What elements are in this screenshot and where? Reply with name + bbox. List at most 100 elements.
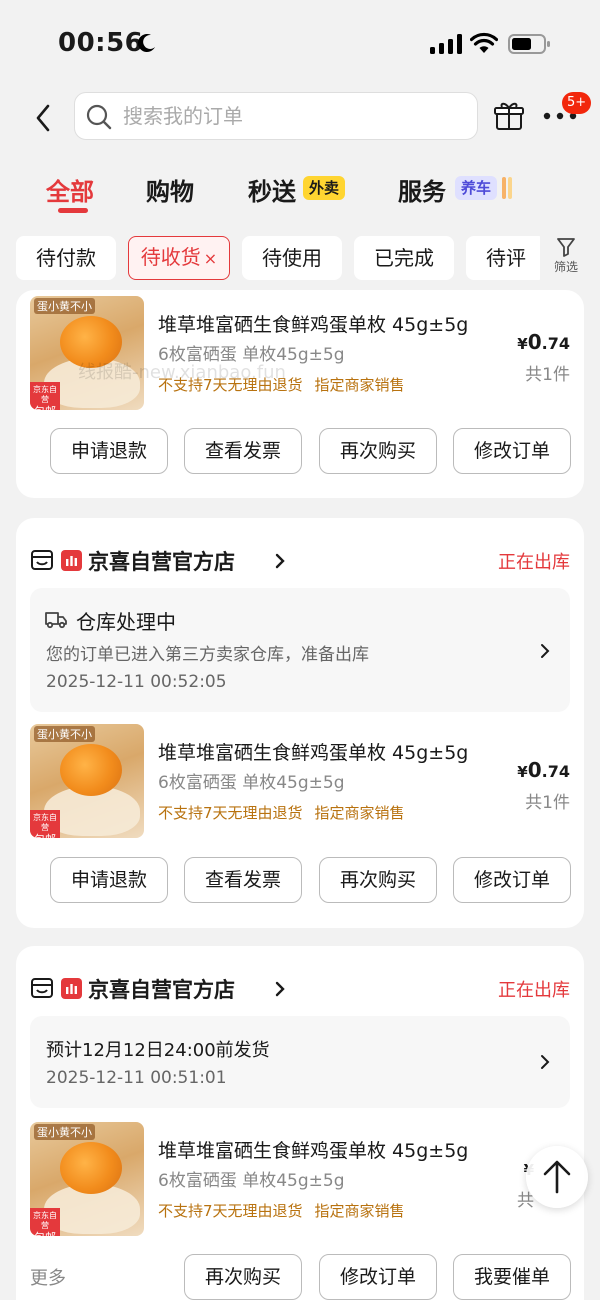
filter-button[interactable]: 筛选: [540, 234, 592, 284]
order-card: 京喜自营官方店 正在出库 预计12月12日24:00前发货 2025-12-11…: [16, 946, 584, 1300]
invoice-button[interactable]: 查看发票: [184, 428, 302, 474]
close-icon[interactable]: ×: [204, 249, 217, 268]
shop-name[interactable]: 京喜自营官方店: [88, 974, 235, 1004]
order-actions: 申请退款 查看发票 再次购买 修改订单: [16, 428, 584, 476]
scroll-to-top-button[interactable]: [526, 1146, 588, 1208]
product-row[interactable]: 蛋小黄不小 京东自营包邮 堆草堆富硒生食鲜鸡蛋单枚 45g±5g 6枚富硒蛋 单…: [30, 724, 570, 842]
urge-order-button[interactable]: 我要催单: [453, 1254, 571, 1300]
status-bar: 00:56: [0, 0, 600, 90]
product-spec: 6枚富硒蛋 单枚45g±5g: [158, 1171, 345, 1191]
modify-order-button[interactable]: 修改订单: [453, 428, 571, 474]
filter-pending-receipt[interactable]: 待收货 ×: [128, 236, 230, 280]
shop-name[interactable]: 京喜自营官方店: [88, 546, 235, 576]
thumb-title: 蛋小黄不小: [34, 298, 95, 314]
tag-no-return: 不支持7天无理由退货: [158, 804, 303, 822]
filter-to-use[interactable]: 待使用: [242, 236, 342, 280]
filter-completed[interactable]: 已完成: [354, 236, 454, 280]
tag-stripe: [502, 177, 506, 199]
battery-icon: [508, 34, 550, 54]
product-qty: 共1件: [525, 793, 570, 813]
chevron-right-icon: [541, 644, 550, 658]
product-row[interactable]: 蛋小黄不小 京东自营包邮 堆草堆富硒生食鲜鸡蛋单枚 45g±5g 6枚富硒蛋 单…: [30, 1122, 570, 1240]
price-yen: ¥: [517, 763, 528, 781]
shipping-estimate: 预计12月12日24:00前发货: [46, 1040, 270, 1061]
product-spec: 6枚富硒蛋 单枚45g±5g: [158, 773, 345, 793]
order-status: 正在出库: [498, 552, 570, 573]
egg-yolk: [60, 744, 122, 796]
moon-icon: [137, 34, 155, 53]
badge-bottom-text: 包邮: [30, 405, 60, 410]
store-icon: [31, 978, 53, 998]
price-int: 0: [527, 758, 542, 782]
tab-underline: [58, 208, 88, 213]
refund-button[interactable]: 申请退款: [50, 428, 168, 474]
filter-pending-payment[interactable]: 待付款: [16, 236, 116, 280]
status-time: 00:56: [58, 28, 144, 58]
jingxi-logo-icon: [61, 550, 82, 571]
badge-bottom-text: 包邮: [30, 833, 60, 838]
product-title: 堆草堆富硒生食鲜鸡蛋单枚 45g±5g: [158, 742, 469, 764]
truck-icon: [45, 612, 67, 629]
tag-stripe: [508, 177, 512, 199]
tab-tag-takeout: 外卖: [303, 176, 346, 200]
order-status: 正在出库: [498, 980, 570, 1001]
category-tabs: 全部 购物 秒送 外卖 服务 养车: [0, 160, 600, 220]
logistics-box[interactable]: 仓库处理中 您的订单已进入第三方卖家仓库，准备出库 2025-12-11 00:…: [30, 588, 570, 712]
price-yen: ¥: [517, 335, 528, 353]
rebuy-button[interactable]: 再次购买: [319, 428, 437, 474]
product-row[interactable]: 蛋小黄不小 京东自营包邮 堆草堆富硒生食鲜鸡蛋单枚 45g±5g 6枚富硒蛋 单…: [30, 296, 570, 414]
search-box[interactable]: [74, 92, 478, 140]
more-link[interactable]: 更多: [30, 1264, 66, 1290]
logistics-desc: 您的订单已进入第三方卖家仓库，准备出库: [46, 645, 369, 665]
product-price: ¥0.74: [517, 330, 570, 354]
shop-row[interactable]: 京喜自营官方店 正在出库: [30, 974, 570, 1004]
watermark: 线报酷-new.xianbao.fun: [78, 362, 286, 383]
rebuy-button[interactable]: 再次购买: [184, 1254, 302, 1300]
tab-all[interactable]: 全部: [46, 172, 94, 207]
modify-order-button[interactable]: 修改订单: [453, 857, 571, 903]
shipping-box[interactable]: 预计12月12日24:00前发货 2025-12-11 00:51:01: [30, 1016, 570, 1108]
product-thumbnail[interactable]: 蛋小黄不小 京东自营包邮: [30, 1122, 144, 1236]
jingxi-logo-icon: [61, 978, 82, 999]
product-tags: 不支持7天无理由退货 指定商家销售: [158, 1200, 405, 1221]
jd-self-badge: 京东自营包邮: [30, 1208, 60, 1236]
price-int: 0: [527, 330, 542, 354]
chevron-right-icon: [541, 1055, 550, 1069]
notification-badge: 5+: [562, 92, 592, 114]
tab-shopping[interactable]: 购物: [146, 172, 194, 207]
logistics-title: 仓库处理中: [76, 610, 176, 634]
order-actions: 更多 再次购买 修改订单 我要催单: [16, 1254, 584, 1300]
order-actions: 申请退款 查看发票 再次购买 修改订单: [16, 857, 584, 905]
funnel-icon: [557, 238, 575, 257]
price-dec: .74: [541, 762, 570, 781]
tag-designated-seller: 指定商家销售: [314, 376, 405, 394]
tag-designated-seller: 指定商家销售: [314, 804, 405, 822]
search-input[interactable]: [123, 93, 463, 139]
thumb-title: 蛋小黄不小: [34, 726, 95, 742]
gift-icon[interactable]: [493, 100, 525, 132]
logistics-time: 2025-12-11 00:52:05: [46, 672, 227, 692]
jd-self-badge: 京东自营包邮: [30, 382, 60, 410]
signal-icon: [430, 34, 462, 54]
refund-button[interactable]: 申请退款: [50, 857, 168, 903]
filter-to-review[interactable]: 待评: [466, 236, 546, 280]
tab-service[interactable]: 服务: [398, 172, 446, 207]
shop-row[interactable]: 京喜自营官方店 正在出库: [30, 546, 570, 576]
back-icon[interactable]: [28, 98, 58, 138]
order-card: 蛋小黄不小 京东自营包邮 堆草堆富硒生食鲜鸡蛋单枚 45g±5g 6枚富硒蛋 单…: [16, 290, 584, 498]
product-thumbnail[interactable]: 蛋小黄不小 京东自营包邮: [30, 724, 144, 838]
modify-order-button[interactable]: 修改订单: [319, 1254, 437, 1300]
tab-instant[interactable]: 秒送: [248, 172, 296, 207]
product-tags: 不支持7天无理由退货 指定商家销售: [158, 802, 405, 823]
product-title: 堆草堆富硒生食鲜鸡蛋单枚 45g±5g: [158, 314, 469, 336]
invoice-button[interactable]: 查看发票: [184, 857, 302, 903]
tag-designated-seller: 指定商家销售: [314, 1202, 405, 1220]
badge-bottom-text: 包邮: [30, 1231, 60, 1236]
badge-top-text: 京东自营: [33, 1211, 57, 1230]
product-thumbnail[interactable]: 蛋小黄不小 京东自营包邮: [30, 296, 144, 410]
product-qty: 共1件: [525, 365, 570, 385]
filter-label: 筛选: [553, 260, 578, 274]
shipping-time: 2025-12-11 00:51:01: [46, 1068, 227, 1088]
tag-no-return: 不支持7天无理由退货: [158, 1202, 303, 1220]
rebuy-button[interactable]: 再次购买: [319, 857, 437, 903]
